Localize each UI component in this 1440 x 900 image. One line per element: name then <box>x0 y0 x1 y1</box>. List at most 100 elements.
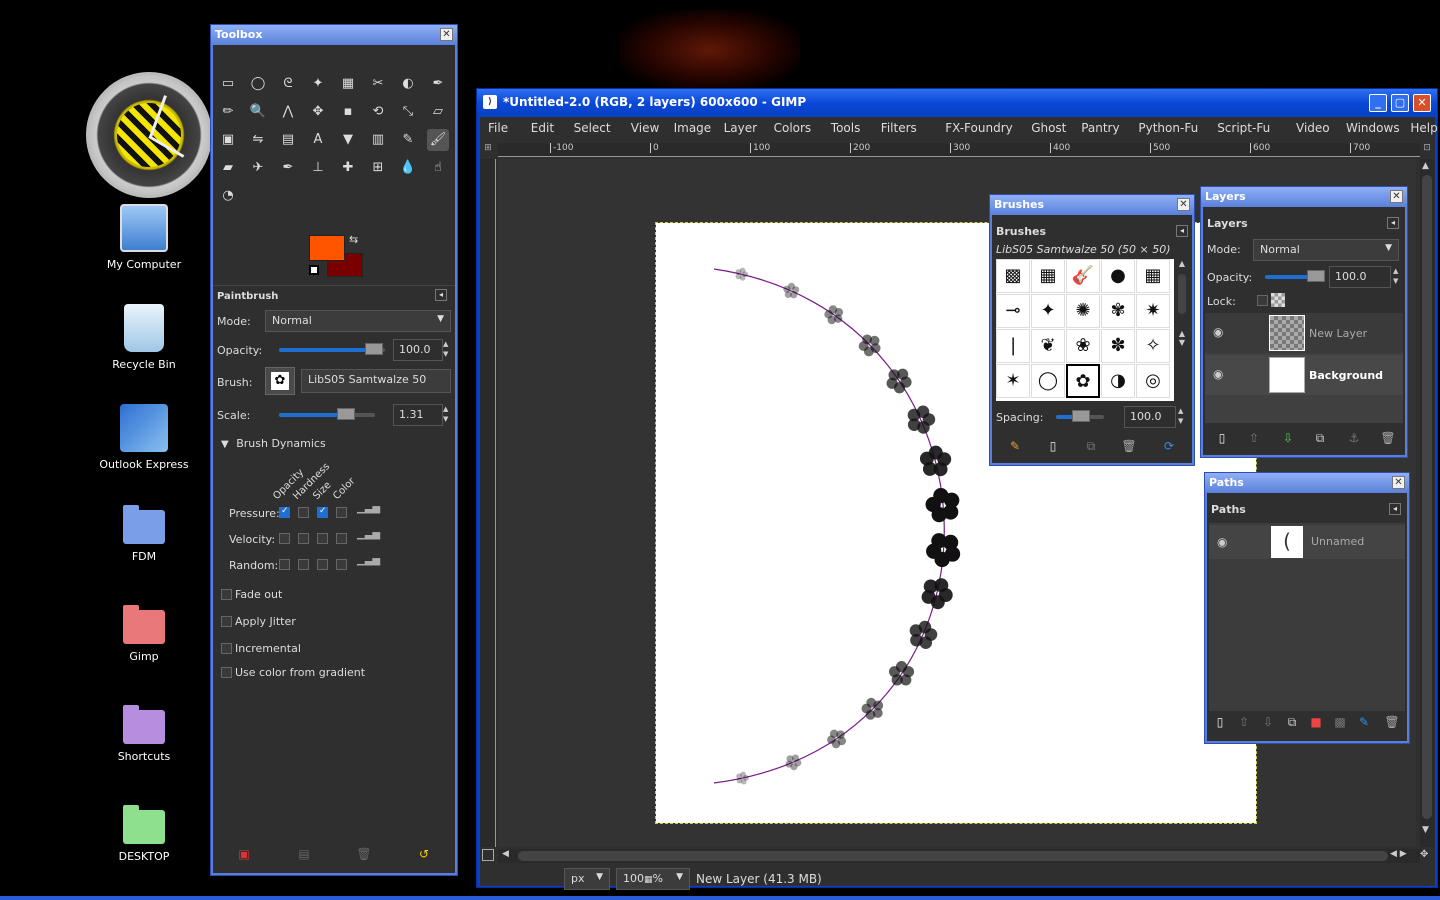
dynamics-checkbox[interactable] <box>336 559 347 570</box>
swap-colors-icon[interactable]: ⇆ <box>349 233 358 246</box>
layer-row[interactable]: ◉ Background <box>1205 355 1403 395</box>
smudge-icon[interactable]: ☝ <box>427 157 449 179</box>
cage-icon[interactable]: ▤ <box>277 129 299 151</box>
brush-cell[interactable]: ● <box>1101 259 1135 293</box>
brush-cell[interactable]: ✧ <box>1136 329 1170 363</box>
paths-titlebar[interactable]: Paths ✕ <box>1205 473 1409 493</box>
move-icon[interactable]: ✥ <box>307 101 329 123</box>
dynamics-checkbox[interactable] <box>317 533 328 544</box>
zoom-button[interactable]: ⊡ <box>1420 143 1434 157</box>
delete-layer-icon[interactable]: 🗑 <box>1379 429 1397 447</box>
quick-mask-toggle[interactable] <box>482 849 494 861</box>
menu-edit[interactable]: Edit <box>531 121 554 135</box>
curve-icon[interactable]: ▁▃▅ <box>357 529 380 540</box>
curve-icon[interactable]: ▁▃▅ <box>357 503 380 514</box>
dodge-burn-icon[interactable]: ◔ <box>217 185 239 207</box>
eye-icon[interactable]: ◉ <box>1213 367 1223 381</box>
default-colors-icon[interactable] <box>309 265 319 275</box>
menu-windows[interactable]: Windows <box>1346 121 1400 135</box>
brush-cell[interactable]: ◑ <box>1101 364 1135 398</box>
apply-jitter-checkbox[interactable] <box>221 616 232 627</box>
menu-tools[interactable]: Tools <box>831 121 861 135</box>
brush-dynamics-expander[interactable]: ▼ Brush Dynamics <box>221 437 326 450</box>
menu-layer[interactable]: Layer <box>724 121 757 135</box>
duplicate-layer-icon[interactable]: ⧉ <box>1311 429 1329 447</box>
lasso-icon[interactable]: ᘓ <box>277 73 299 95</box>
gimp-folder-icon[interactable]: Gimp <box>94 604 194 663</box>
dynamics-checkbox[interactable] <box>336 507 347 518</box>
image-window-titlebar[interactable]: ⟩ *Untitled-2.0 (RGB, 2 layers) 600x600 … <box>477 89 1437 117</box>
lower-path-icon[interactable]: ⇩ <box>1259 713 1277 731</box>
close-button[interactable]: ✕ <box>440 28 453 41</box>
layer-mode-dropdown[interactable]: Normal ▼ <box>1253 239 1399 261</box>
menu-video[interactable]: Video <box>1296 121 1330 135</box>
brush-cell[interactable]: ✺ <box>1066 294 1100 328</box>
menu-colors[interactable]: Colors <box>774 121 812 135</box>
spacing-spinbox[interactable]: 100.0 <box>1124 406 1176 428</box>
menu-pantry[interactable]: Pantry <box>1081 121 1119 135</box>
menu-ghost[interactable]: Ghost <box>1031 121 1066 135</box>
fdm-folder-icon[interactable]: FDM <box>94 504 194 563</box>
brush-preview-button[interactable]: ✿ <box>265 367 295 395</box>
panel-menu-icon[interactable]: ◂ <box>1387 217 1399 229</box>
menu-view[interactable]: View <box>631 121 659 135</box>
scroll-right-arrow[interactable]: ◀ ▶ <box>1390 849 1407 859</box>
brush-cell[interactable]: ✿ <box>1066 364 1100 398</box>
close-button[interactable]: ✕ <box>1177 198 1190 211</box>
spin-arrows-icon[interactable]: ▲ ▼ <box>1178 406 1183 426</box>
edit-brush-icon[interactable]: ✎ <box>1006 437 1024 455</box>
opacity-slider-handle[interactable] <box>365 343 383 355</box>
scale-slider-handle[interactable] <box>337 408 355 420</box>
layer-row[interactable]: ◉ New Layer <box>1205 313 1403 353</box>
restore-options-icon[interactable]: ▤ <box>295 845 313 863</box>
new-layer-icon[interactable]: ▯ <box>1213 429 1231 447</box>
brush-cell[interactable]: ◎ <box>1136 364 1170 398</box>
incremental-checkbox[interactable] <box>221 643 232 654</box>
duplicate-path-icon[interactable]: ⧉ <box>1283 713 1301 731</box>
menu-python-fu[interactable]: Python-Fu <box>1138 121 1198 135</box>
brush-grid-scrollbar[interactable]: ▲ ▲ ▼ <box>1176 259 1188 401</box>
curve-icon[interactable]: ▁▃▅ <box>357 555 380 566</box>
dynamics-checkbox[interactable] <box>279 533 290 544</box>
brush-grid[interactable]: ▩ ▦ 🎸 ● ▦ ⊸ ✦ ✺ ✾ ✷ ❘ ❦ ❀ ✽ ✧ ✶ ◯ ✿ ◑ ◎ <box>996 259 1174 401</box>
menu-select[interactable]: Select <box>574 121 611 135</box>
horizontal-ruler[interactable]: -100 0 100 200 300 400 500 600 700 <box>498 143 1420 157</box>
color-select-icon[interactable]: ▦ <box>337 73 359 95</box>
panel-menu-icon[interactable]: ◂ <box>1176 225 1188 237</box>
raise-layer-icon[interactable]: ⇧ <box>1245 429 1263 447</box>
brush-cell[interactable]: ❀ <box>1066 329 1100 363</box>
scissors-icon[interactable]: ✂ <box>367 73 389 95</box>
brush-cell[interactable]: ❦ <box>1031 329 1065 363</box>
lower-layer-icon[interactable]: ⇩ <box>1279 429 1297 447</box>
close-window-button[interactable]: ✕ <box>1413 94 1431 112</box>
spin-arrows-icon[interactable]: ▲ ▼ <box>443 404 448 424</box>
navigate-icon[interactable]: ✥ <box>1420 849 1428 860</box>
delete-path-icon[interactable]: 🗑 <box>1383 713 1401 731</box>
opacity-spinbox[interactable]: 100.0 <box>393 339 443 361</box>
zoom-icon[interactable]: 🔍 <box>247 101 269 123</box>
panel-menu-icon[interactable]: ◂ <box>1389 503 1401 515</box>
refresh-brushes-icon[interactable]: ⟳ <box>1160 437 1178 455</box>
brush-cell[interactable]: ⊸ <box>996 294 1030 328</box>
menu-filters[interactable]: Filters <box>881 121 917 135</box>
airbrush-icon[interactable]: ✈ <box>247 157 269 179</box>
eye-icon[interactable]: ◉ <box>1213 325 1223 339</box>
scroll-thumb[interactable] <box>1422 175 1432 819</box>
brush-cell[interactable]: ✽ <box>1101 329 1135 363</box>
crop-icon[interactable]: ▪ <box>337 101 359 123</box>
color-picker-icon[interactable]: ✏ <box>217 101 239 123</box>
my-computer-icon[interactable]: My Computer <box>94 204 194 271</box>
paths-icon[interactable]: ✒ <box>427 73 449 95</box>
path-row[interactable]: ◉ ( Unnamed <box>1209 525 1405 559</box>
save-options-icon[interactable]: ▣ <box>235 845 253 863</box>
menu-fx-foundry[interactable]: FX-Foundry <box>945 121 1013 135</box>
brush-cell[interactable]: ✦ <box>1031 294 1065 328</box>
spin-arrows-icon[interactable]: ▲ ▼ <box>443 339 448 359</box>
layers-titlebar[interactable]: Layers ✕ <box>1201 187 1407 207</box>
recycle-bin-icon[interactable]: Recycle Bin <box>94 304 194 371</box>
new-brush-icon[interactable]: ▯ <box>1044 437 1062 455</box>
ink-icon[interactable]: ✒ <box>277 157 299 179</box>
brushes-titlebar[interactable]: Brushes ✕ <box>990 195 1194 215</box>
heal-icon[interactable]: ✚ <box>337 157 359 179</box>
dynamics-checkbox[interactable] <box>298 559 309 570</box>
